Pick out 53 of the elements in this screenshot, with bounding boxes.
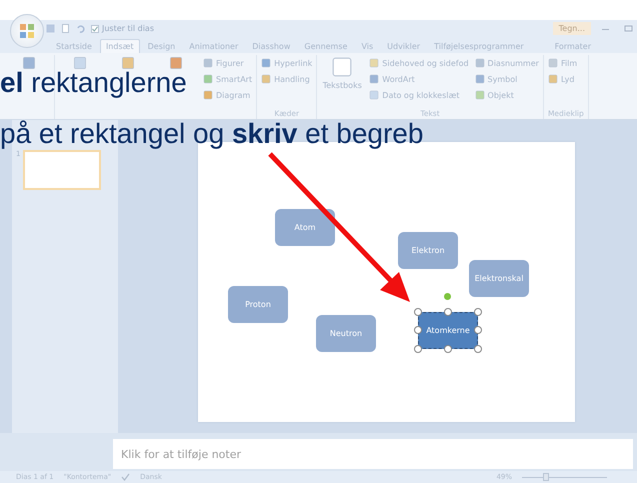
maximize-icon[interactable] xyxy=(624,24,633,33)
new-document-icon[interactable] xyxy=(61,24,70,33)
notes-field[interactable]: Klik for at tilføje noter xyxy=(113,439,633,469)
ribbon-button[interactable]: Objekt xyxy=(474,88,539,102)
ribbon-tab[interactable]: Gennemse xyxy=(298,39,354,53)
checkbox[interactable] xyxy=(91,24,99,32)
ribbon-tab[interactable]: Formater xyxy=(548,39,597,53)
ribbon-button[interactable]: Figurer xyxy=(203,56,252,70)
ribbon-button[interactable]: Tekstboks xyxy=(321,56,364,90)
undo-icon[interactable] xyxy=(76,24,85,33)
zoom-thumb[interactable] xyxy=(543,473,550,481)
logo-icon xyxy=(19,23,35,39)
ribbon-tab[interactable]: Tilføjelsesprogrammer xyxy=(428,39,530,53)
ribbon-button[interactable]: Diagram xyxy=(203,88,252,102)
rounded-rectangle[interactable]: Elektron xyxy=(398,232,458,269)
ribbon-button[interactable]: Symbol xyxy=(474,72,539,86)
ribbon-tab[interactable]: Vis xyxy=(355,39,380,53)
selection-handle[interactable] xyxy=(414,326,422,334)
ribbon-button[interactable]: Handling xyxy=(261,72,312,86)
rounded-rectangle[interactable]: Neutron xyxy=(316,315,376,352)
ribbon-tab[interactable]: Design xyxy=(142,39,182,53)
ribbon-button[interactable]: Dato og klokkeslæt xyxy=(369,88,469,102)
ribbon-tab[interactable]: Diasshow xyxy=(246,39,296,53)
ribbon-button[interactable]: Diasnummer xyxy=(474,56,539,70)
ribbon-button[interactable]: Film xyxy=(548,56,578,70)
selection-handle[interactable] xyxy=(444,345,452,353)
ribbon-tab[interactable]: Udvikler xyxy=(381,39,426,53)
ribbon-button[interactable]: Hyperlink xyxy=(261,56,312,70)
instruction-text: på et rektangel og skriv et begreb xyxy=(0,120,424,148)
selection-handle[interactable] xyxy=(444,308,452,316)
instruction-text: el rektanglerne xyxy=(0,69,187,97)
ribbon-button[interactable]: WordArt xyxy=(369,72,469,86)
ribbon-tab[interactable]: Animationer xyxy=(183,39,244,53)
checkbox-label[interactable]: Juster til dias xyxy=(102,24,154,33)
selection-handle[interactable] xyxy=(414,345,422,353)
selection-handle[interactable] xyxy=(474,326,482,334)
ribbon-tab[interactable]: Startside xyxy=(50,39,98,53)
slide-thumbnail[interactable] xyxy=(23,150,102,190)
context-tab-header: Tegn... xyxy=(552,22,591,35)
rounded-rectangle[interactable]: Atom xyxy=(275,209,335,246)
rotation-handle[interactable] xyxy=(444,293,451,300)
rounded-rectangle[interactable]: Proton xyxy=(228,286,288,323)
rounded-rectangle[interactable]: Atomkerne xyxy=(418,312,478,349)
spelling-icon[interactable] xyxy=(121,473,130,481)
ribbon-button[interactable]: SmartArt xyxy=(203,72,252,86)
save-icon[interactable] xyxy=(46,24,55,33)
ribbon-button[interactable]: Sidehoved og sidefod xyxy=(369,56,469,70)
ribbon-button[interactable]: Lyd xyxy=(548,72,578,86)
ribbon-tab[interactable]: Indsæt xyxy=(100,39,140,53)
selection-handle[interactable] xyxy=(414,308,422,316)
selection-handle[interactable] xyxy=(474,308,482,316)
selection-handle[interactable] xyxy=(474,345,482,353)
rounded-rectangle[interactable]: Elektronskal xyxy=(469,260,529,297)
